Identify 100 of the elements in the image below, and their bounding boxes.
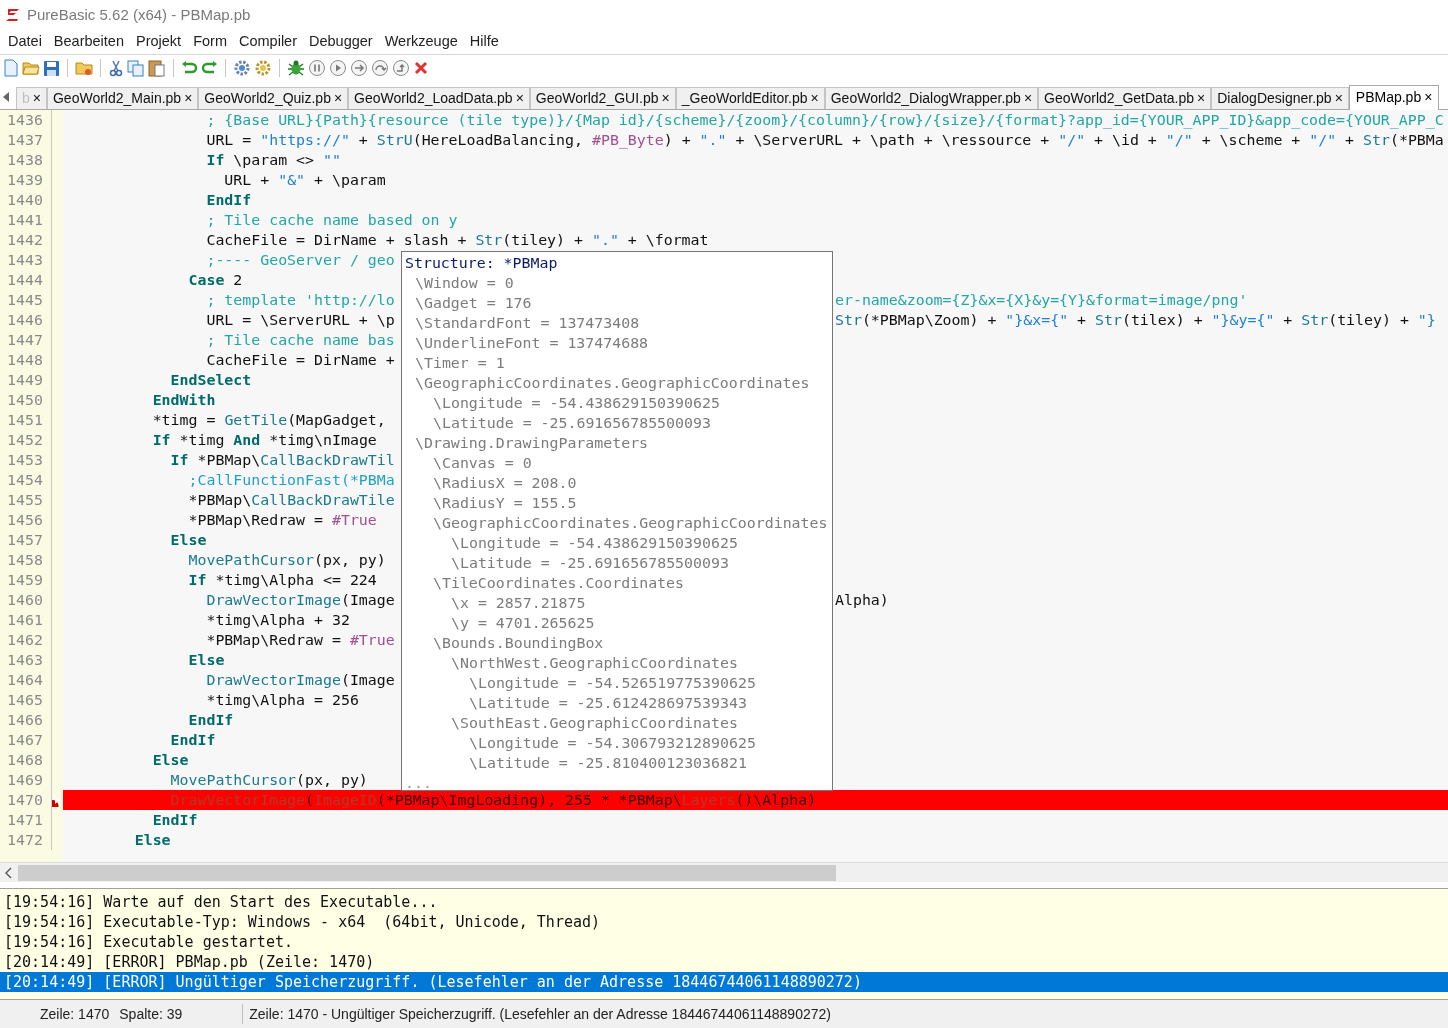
code-line: Else [169,529,207,550]
file-tab[interactable]: GeoWorld2_LoadData.pb × [348,86,530,109]
line-position: Zeile: 1470 [39,1004,110,1024]
line-number: 1459 [0,569,52,590]
bug-icon[interactable] [287,59,305,78]
line-number: 1449 [0,369,52,390]
code-line: ; Tile cache name based on y [205,209,458,230]
code-line: URL = "https://" + StrU(HereLoadBalancing, #PB_Byte) + "." + \ServerURL + \path + \ressource + "/" + \id + "/" + \scheme + "/" + Str(*PBMa [205,129,1444,150]
close-tab-icon[interactable]: × [32,87,41,109]
code-line: EndSelect [169,369,252,390]
paste-icon[interactable] [148,59,166,78]
app-logo-icon [5,7,21,23]
file-tab[interactable]: PBMap.pb × [1348,84,1440,110]
line-number: 1464 [0,669,52,690]
close-tab-icon[interactable]: × [1023,87,1033,109]
log-line[interactable]: [20:14:49] [ERROR] PBMap.pb (Zeile: 1470) [0,952,1448,973]
close-tab-icon[interactable]: × [333,87,343,109]
open-folder-icon[interactable] [22,60,40,77]
file-tab[interactable]: _GeoWorldEditor.pb × [675,86,825,109]
code-line: Str(*PBMap\Zoom) + "}&x={" + Str(tilex) + "}&y={" + Str(tiley) + "} [835,309,1436,330]
line-number: 1447 [0,329,52,350]
line-number: 1461 [0,609,52,630]
file-tab[interactable]: GeoWorld2_GUI.pb × [529,86,676,109]
folder-icon[interactable] [75,60,93,77]
gear-icon[interactable] [233,59,251,78]
menu-item[interactable]: Datei [2,31,48,53]
menu-item[interactable]: Form [187,31,233,53]
code-line: Else [187,649,225,670]
line-number: 1438 [0,149,52,170]
gear-icon[interactable] [254,59,272,78]
structure-field: \GeographicCoordinates.GeographicCoordinates [402,372,810,393]
code-line: MovePathCursor(px, py) [169,769,368,790]
code-line: CacheFile = DirName + slash + Str(tiley) + "." + \format [205,229,709,250]
structure-field: \Timer = 1 [402,352,505,373]
line-number: 1469 [0,769,52,790]
code-line: *PBMap\CallBackDrawTile [187,489,395,510]
code-line: EndIf [151,809,198,830]
horizontal-scrollbar[interactable] [0,862,1448,883]
close-tab-icon[interactable]: × [184,87,193,109]
save-icon[interactable] [43,59,60,77]
code-line: URL = \ServerURL + \p [205,309,395,330]
scroll-left-icon[interactable] [2,90,10,103]
menu-item[interactable]: Werkzeuge [378,31,464,53]
code-line: EndIf [205,189,252,210]
structure-field: \Longitude = -54.306793212890625 [402,732,756,753]
code-line: ;---- GeoServer / geo [205,249,395,270]
line-number: 1455 [0,489,52,510]
file-tab[interactable]: GeoWorld2_GetData.pb × [1038,86,1212,109]
log-line[interactable]: [19:54:16] Executable-Typ: Windows - x64 (64bit, Unicode, Thread) [0,912,1448,933]
structure-field: \Longitude = -54.526519775390625 [402,672,756,693]
scrollbar-thumb[interactable] [18,864,836,881]
close-icon[interactable] [413,60,429,77]
step-icon[interactable] [350,59,368,78]
file-tab[interactable]: GeoWorld2_Quiz.pb × [198,86,349,109]
code-line: Else [151,749,189,770]
menu-item[interactable]: Debugger [303,31,379,53]
close-tab-icon[interactable]: × [661,87,670,109]
code-line: *timg\Alpha = 256 [205,689,359,710]
menu-item[interactable]: Hilfe [463,31,505,53]
code-line: MovePathCursor(px, py) [187,549,386,570]
structure-field: \UnderlineFont = 137474688 [402,332,649,353]
file-tab[interactable]: DialogDesigner.pb × [1211,86,1349,109]
menu-item[interactable]: Compiler [233,31,303,53]
structure-field: \y = 4701.265625 [402,612,595,633]
code-line: CacheFile = DirName + [205,349,395,370]
new-file-icon[interactable] [3,59,19,78]
structure-field: \RadiusY = 155.5 [402,492,577,513]
pause-icon[interactable] [308,59,326,78]
scroll-left-icon[interactable] [5,866,13,879]
line-number: 1440 [0,189,52,210]
code-line: *PBMap\Redraw = #True [187,509,377,530]
log-line[interactable]: [19:54:16] Executable gestartet. [0,932,1448,953]
close-tab-icon[interactable]: × [1197,87,1206,109]
tooltip-title: Structure: *PBMap [404,252,559,273]
copy-icon[interactable] [127,59,145,77]
menu-item[interactable]: Projekt [130,31,188,53]
structure-field: \TileCoordinates.Coordinates [402,572,685,593]
line-number: 1452 [0,429,52,450]
file-tab[interactable]: GeoWorld2_DialogWrapper.pb × [824,86,1039,109]
play-icon[interactable] [329,59,347,78]
step-over-icon[interactable] [371,59,389,78]
line-number: 1454 [0,469,52,490]
close-tab-icon[interactable]: × [810,87,819,109]
cut-icon[interactable] [108,59,124,77]
file-tab[interactable]: GeoWorld2_Main.pb × [47,86,199,109]
step-out-icon[interactable] [392,59,410,78]
line-number: 1441 [0,209,52,230]
line-number: 1460 [0,589,52,610]
window-title: PureBasic 5.62 (x64) - PBMap.pb [27,4,251,25]
structure-field: \Latitude = -25.691656785500093 [402,552,729,573]
menu-item[interactable]: Bearbeiten [47,31,130,53]
close-tab-icon[interactable]: × [1424,87,1433,109]
line-number: 1458 [0,549,52,570]
structure-field: \RadiusX = 208.0 [402,472,577,493]
log-line[interactable]: [19:54:16] Warte auf den Start des Executable... [0,892,1448,913]
close-tab-icon[interactable]: × [1334,87,1343,109]
structure-field: \Canvas = 0 [402,452,532,473]
line-number: 1444 [0,269,52,290]
close-tab-icon[interactable]: × [515,87,524,109]
code-line: URL + "&" + \param [223,169,386,190]
